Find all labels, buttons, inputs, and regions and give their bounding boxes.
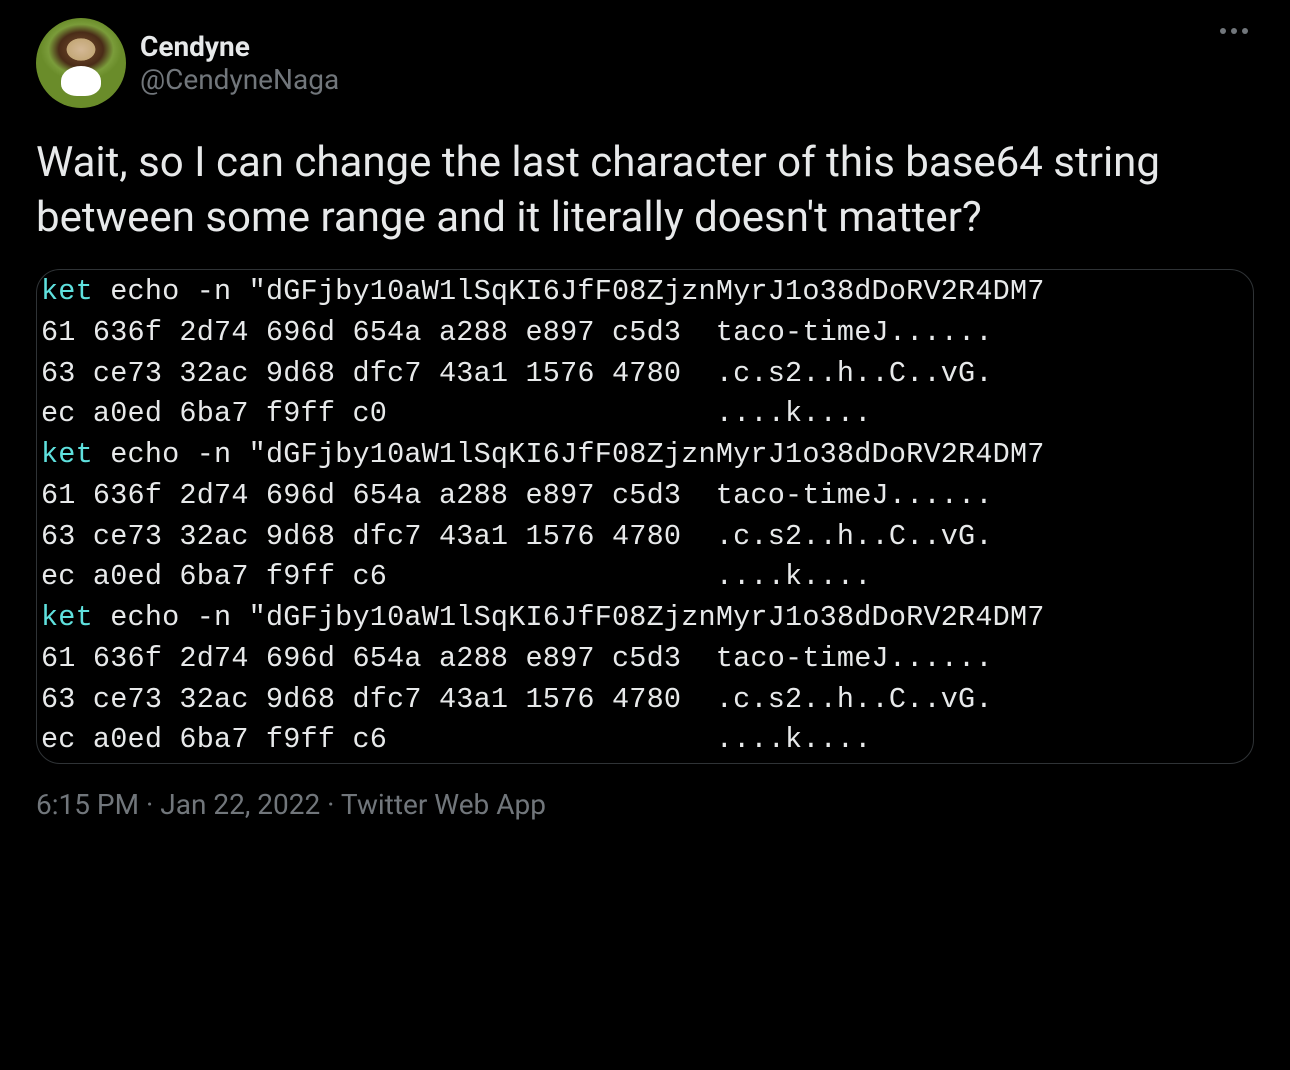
terminal-prompt: ket <box>41 438 93 471</box>
tweet-header: Cendyne @CendyneNaga <box>36 18 1254 108</box>
meta-separator: · <box>139 788 160 821</box>
user-info: Cendyne @CendyneNaga <box>140 30 339 96</box>
tweet-time[interactable]: 6:15 PM <box>36 788 139 821</box>
user-handle[interactable]: @CendyneNaga <box>140 63 339 96</box>
tweet-source[interactable]: Twitter Web App <box>341 788 546 821</box>
header-left: Cendyne @CendyneNaga <box>36 18 339 108</box>
display-name[interactable]: Cendyne <box>140 30 339 63</box>
avatar[interactable] <box>36 18 126 108</box>
terminal-prompt: ket <box>41 275 93 308</box>
tweet-text: Wait, so I can change the last character… <box>36 136 1254 245</box>
more-options-button[interactable] <box>1214 18 1254 44</box>
terminal-prompt: ket <box>41 601 93 634</box>
tweet-meta: 6:15 PM · Jan 22, 2022 · Twitter Web App <box>36 788 1254 821</box>
dot-icon <box>1242 28 1248 34</box>
tweet-date[interactable]: Jan 22, 2022 <box>160 788 320 821</box>
dot-icon <box>1220 28 1226 34</box>
meta-separator: · <box>320 788 341 821</box>
dot-icon <box>1231 28 1237 34</box>
embedded-terminal-image[interactable]: ket echo -n "dGFjby10aW1lSqKI6JfF08ZjznM… <box>36 269 1254 764</box>
